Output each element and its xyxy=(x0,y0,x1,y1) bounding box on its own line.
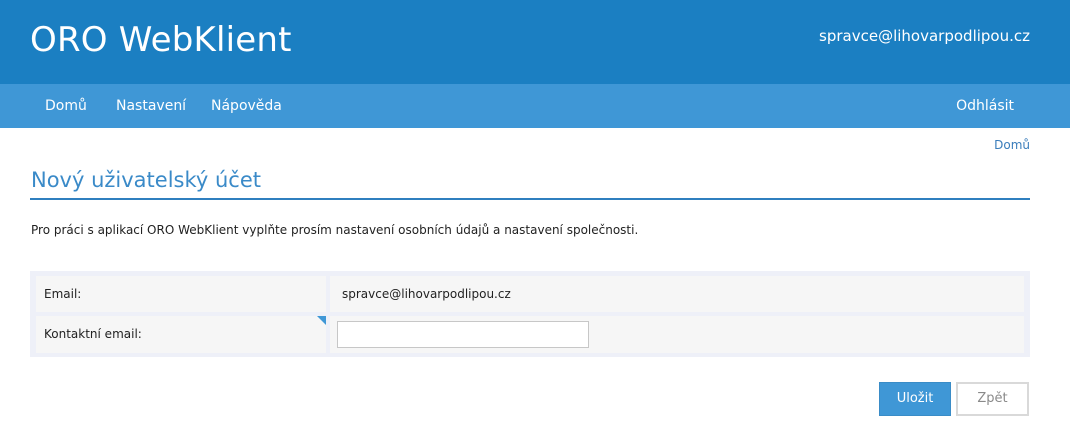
email-label: Email: xyxy=(36,276,326,312)
contact-email-input[interactable] xyxy=(337,321,589,348)
title-divider xyxy=(30,198,1030,200)
account-form: Email: spravce@lihovarpodlipou.cz Kontak… xyxy=(30,271,1030,357)
app-title: ORO WebKlient xyxy=(30,20,292,60)
contact-email-label-text: Kontaktní email: xyxy=(44,327,142,341)
nav-item-home[interactable]: Domů xyxy=(45,84,87,128)
nav-item-settings[interactable]: Nastavení xyxy=(116,84,186,128)
logout-link[interactable]: Odhlásit xyxy=(956,84,1014,128)
intro-text: Pro práci s aplikací ORO WebKlient vyplň… xyxy=(31,223,639,237)
user-email-label: spravce@lihovarpodlipou.cz xyxy=(819,27,1030,45)
page-title: Nový uživatelský účet xyxy=(31,168,262,192)
back-button[interactable]: Zpět xyxy=(956,382,1029,416)
required-corner-marker xyxy=(317,316,326,325)
email-label-text: Email: xyxy=(44,287,82,301)
app-header: ORO WebKlient spravce@lihovarpodlipou.cz xyxy=(0,0,1070,84)
main-nav: Domů Nastavení Nápověda Odhlásit xyxy=(0,84,1070,128)
contact-email-cell xyxy=(330,316,1024,353)
breadcrumb-home[interactable]: Domů xyxy=(994,138,1030,152)
save-button[interactable]: Uložit xyxy=(879,382,951,416)
email-value: spravce@lihovarpodlipou.cz xyxy=(330,276,1024,312)
nav-item-help[interactable]: Nápověda xyxy=(211,84,282,128)
contact-email-label: Kontaktní email: xyxy=(36,316,326,353)
